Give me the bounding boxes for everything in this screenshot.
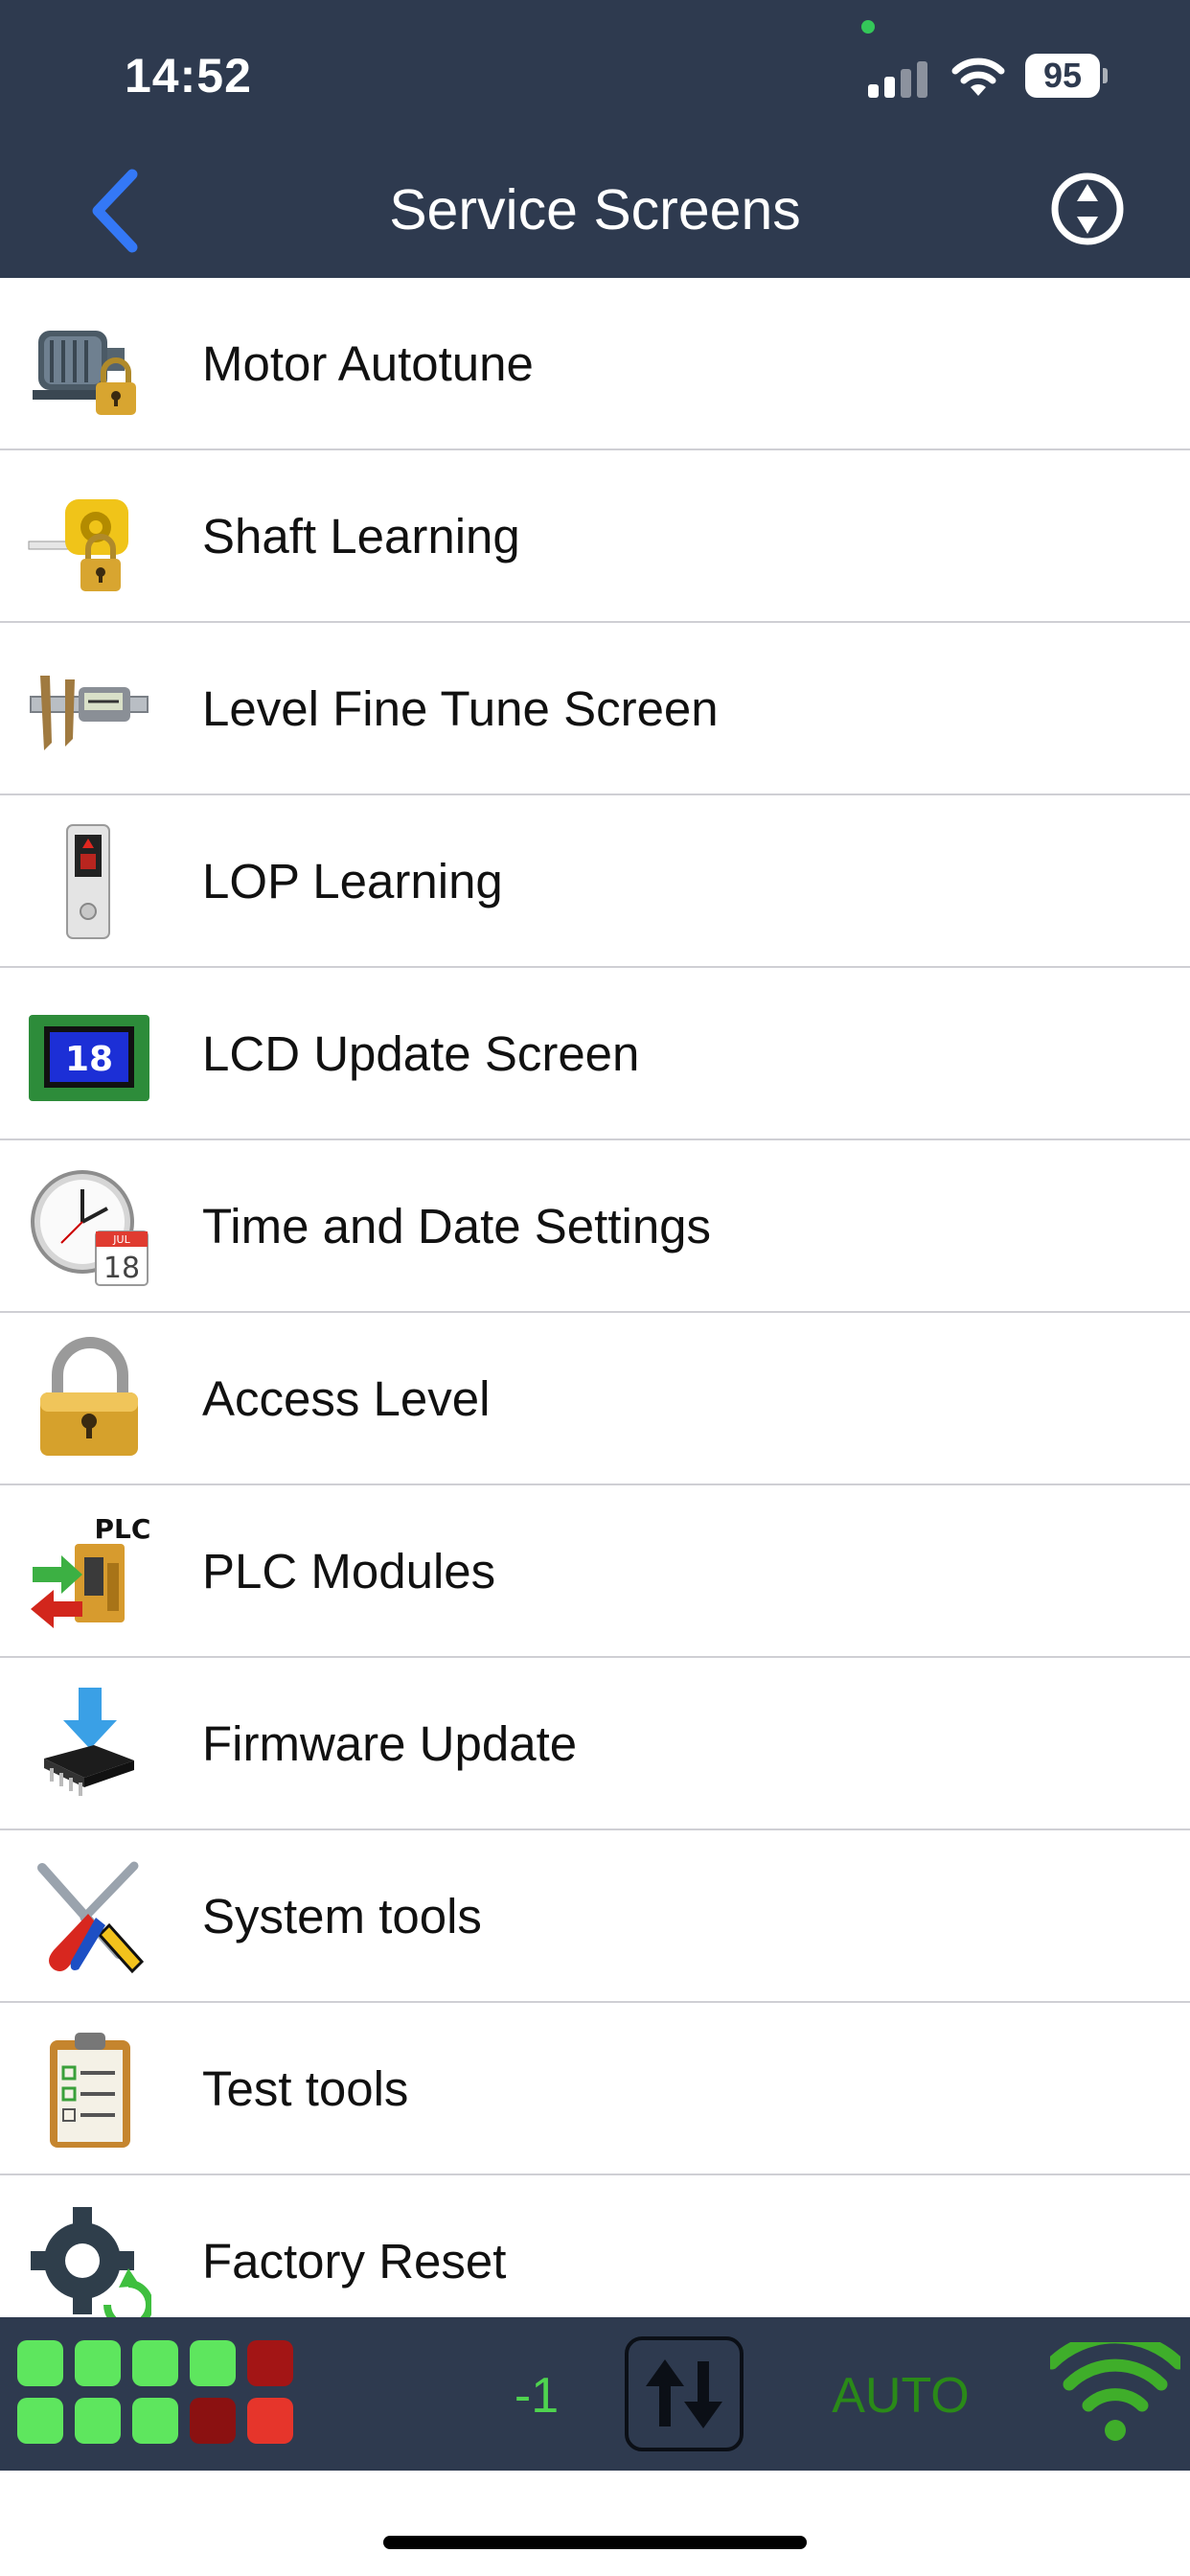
menu-item-access-level[interactable]: Access Level xyxy=(0,1313,1190,1485)
menu-item-label: Shaft Learning xyxy=(202,509,520,564)
calendar-icon-month: JUL xyxy=(112,1233,130,1246)
menu-item-shaft-learning[interactable]: Shaft Learning xyxy=(0,450,1190,623)
menu-item-label: Motor Autotune xyxy=(202,336,534,391)
plc-icon-text: PLC xyxy=(95,1513,151,1545)
service-menu-list: Motor Autotune Shaft Learning Level Fine… xyxy=(0,278,1190,2317)
cellular-signal-icon xyxy=(868,59,929,98)
floor-indicator: -1 xyxy=(514,2368,560,2424)
menu-item-label: PLC Modules xyxy=(202,1544,496,1598)
landing-panel-icon xyxy=(66,824,110,939)
status-led xyxy=(247,2340,293,2386)
menu-item-label: Time and Date Settings xyxy=(202,1199,712,1254)
menu-item-system-tools[interactable]: System tools xyxy=(0,1830,1190,2003)
status-led xyxy=(190,2340,236,2386)
clipboard-checklist-icon xyxy=(50,2033,130,2148)
tape-measure-lock-icon xyxy=(28,499,128,591)
status-led xyxy=(247,2398,293,2444)
menu-item-factory-reset[interactable]: Factory Reset xyxy=(0,2175,1190,2317)
tools-icon xyxy=(37,1861,145,1974)
lcd-display-icon: 18 xyxy=(29,1015,149,1101)
plc-module-icon: PLC xyxy=(31,1513,151,1628)
status-led xyxy=(132,2398,178,2444)
menu-item-label: Factory Reset xyxy=(202,2234,507,2288)
padlock-icon xyxy=(40,1337,138,1456)
status-led xyxy=(132,2340,178,2386)
home-indicator[interactable] xyxy=(383,2536,807,2549)
menu-item-test-tools[interactable]: Test tools xyxy=(0,2003,1190,2175)
caliper-icon xyxy=(30,676,149,750)
gear-reset-icon xyxy=(31,2207,151,2317)
menu-item-label: Firmware Update xyxy=(202,1716,578,1771)
menu-item-label: Access Level xyxy=(202,1371,491,1426)
up-down-arrows-icon xyxy=(646,2359,722,2428)
top-bar: 14:52 95 Service Screens xyxy=(0,0,1190,278)
menu-item-label: System tools xyxy=(202,1889,482,1944)
status-led xyxy=(17,2340,63,2386)
status-led xyxy=(75,2398,121,2444)
menu-item-label: LOP Learning xyxy=(202,854,503,908)
bottom-status-bar xyxy=(0,2317,1190,2471)
direction-toggle-button[interactable] xyxy=(625,2336,744,2451)
reorder-button[interactable] xyxy=(1049,171,1126,247)
battery-level: 95 xyxy=(1042,56,1083,95)
menu-item-label: Level Fine Tune Screen xyxy=(202,681,719,736)
battery-icon: 95 xyxy=(1025,54,1108,98)
page-title: Service Screens xyxy=(389,178,801,242)
calendar-icon-day: 18 xyxy=(103,1252,140,1285)
chip-download-icon xyxy=(44,1688,134,1796)
menu-item-motor-autotune[interactable]: Motor Autotune xyxy=(0,278,1190,450)
up-down-circle-icon xyxy=(1051,172,1124,245)
menu-item-label: LCD Update Screen xyxy=(202,1026,640,1081)
status-time: 14:52 xyxy=(125,49,252,103)
menu-item-level-fine-tune[interactable]: Level Fine Tune Screen xyxy=(0,623,1190,795)
camera-indicator-dot xyxy=(861,20,875,34)
menu-item-plc-modules[interactable]: PLC PLC Modules xyxy=(0,1485,1190,1658)
wifi-connection-icon xyxy=(1050,2342,1180,2441)
menu-item-lop-learning[interactable]: LOP Learning xyxy=(0,795,1190,968)
clock-calendar-icon: JUL 18 xyxy=(31,1170,149,1286)
menu-item-time-date[interactable]: JUL 18 Time and Date Settings xyxy=(0,1140,1190,1313)
status-led xyxy=(17,2398,63,2444)
menu-item-lcd-update[interactable]: 18 LCD Update Screen xyxy=(0,968,1190,1140)
mode-indicator: AUTO xyxy=(832,2368,970,2424)
status-led xyxy=(190,2398,236,2444)
status-led xyxy=(75,2340,121,2386)
motor-lock-icon xyxy=(33,331,136,415)
lcd-icon-text: 18 xyxy=(65,1040,113,1079)
menu-item-label: Test tools xyxy=(202,2061,409,2116)
wifi-status-icon xyxy=(951,58,1005,96)
menu-item-firmware-update[interactable]: Firmware Update xyxy=(0,1658,1190,1830)
